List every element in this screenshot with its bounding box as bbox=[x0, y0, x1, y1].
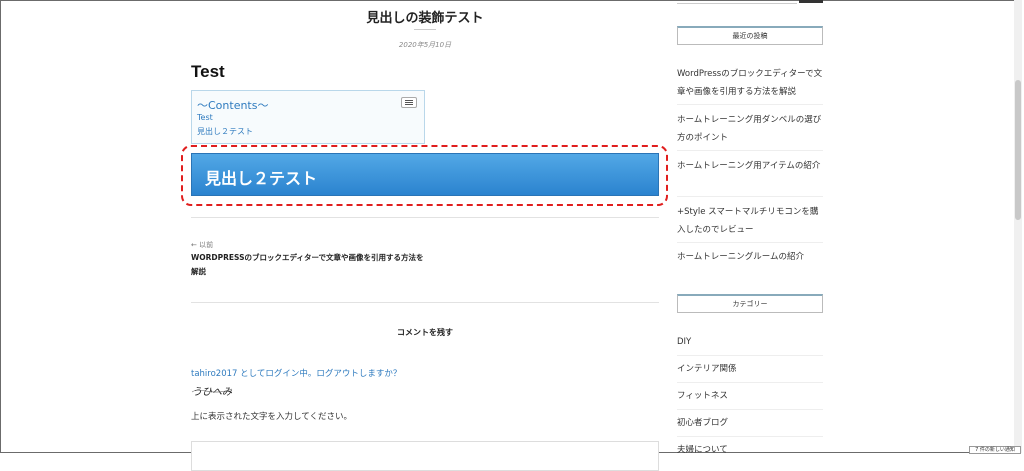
captcha-image: うひへみ bbox=[191, 387, 233, 398]
screenshot-frame bbox=[0, 0, 1022, 453]
sidebar-divider bbox=[677, 196, 823, 197]
category-link[interactable]: 夫婦について bbox=[677, 441, 823, 459]
heading2-block: 見出し２テスト bbox=[191, 153, 659, 196]
heading2-text: 見出し２テスト bbox=[205, 169, 318, 188]
table-of-contents: 〜Contents〜 Test 見出し２テスト bbox=[191, 90, 425, 144]
scrollbar[interactable] bbox=[1014, 0, 1022, 453]
recent-post-link[interactable]: ホームトレーニング用ダンベルの選び方のポイント bbox=[677, 111, 823, 147]
sidebar-divider bbox=[677, 436, 823, 437]
sidebar-divider bbox=[677, 242, 823, 243]
search-button[interactable] bbox=[799, 0, 823, 3]
comment-heading: コメントを残す bbox=[397, 328, 453, 337]
toc-link-heading2[interactable]: 見出し２テスト bbox=[197, 126, 253, 137]
categories-heading: カテゴリー bbox=[677, 294, 823, 313]
prev-post-label: ← 以前 bbox=[191, 241, 214, 249]
toc-title: 〜Contents〜 bbox=[197, 99, 269, 112]
category-link[interactable]: 初心者ブログ bbox=[677, 414, 823, 432]
recent-post-link[interactable]: WordPressのブロックエディターで文章や画像を引用する方法を解説 bbox=[677, 65, 823, 101]
captcha-instruction: 上に表示された文字を入力してください。 bbox=[191, 412, 352, 422]
search-input[interactable] bbox=[677, 0, 797, 4]
divider bbox=[191, 302, 659, 303]
sidebar-divider bbox=[677, 150, 823, 151]
divider bbox=[191, 217, 659, 218]
category-link[interactable]: DIY bbox=[677, 333, 823, 351]
category-link[interactable]: インテリア関係 bbox=[677, 360, 823, 378]
sidebar-divider bbox=[677, 355, 823, 356]
category-link[interactable]: フィットネス bbox=[677, 387, 823, 405]
sidebar-divider bbox=[677, 382, 823, 383]
captcha-text: うひへみ bbox=[192, 387, 233, 398]
post-title: 見出しの装飾テスト bbox=[366, 11, 484, 26]
heading-test: Test bbox=[191, 62, 225, 81]
recent-posts-heading: 最近の投稿 bbox=[677, 26, 823, 45]
recent-post-link[interactable]: +Style スマートマルチリモコンを購入したのでレビュー bbox=[677, 203, 823, 239]
scrollbar-thumb[interactable] bbox=[1015, 80, 1021, 220]
notification-badge[interactable]: 7 件の新しい通知 bbox=[969, 446, 1021, 454]
prev-post-link[interactable]: WORDPRESSのブロックエディターで文章や画像を引用する方法を解説 bbox=[191, 251, 431, 279]
login-status-link[interactable]: tahiro2017 としてログイン中。ログアウトしますか？ bbox=[191, 367, 401, 379]
toc-link-test[interactable]: Test bbox=[197, 113, 213, 122]
title-divider bbox=[414, 29, 436, 30]
comment-textarea[interactable] bbox=[191, 441, 659, 471]
sidebar-divider bbox=[677, 409, 823, 410]
post-date: 2020年5月10日 bbox=[398, 41, 452, 49]
sidebar-divider bbox=[677, 104, 823, 105]
recent-post-link[interactable]: ホームトレーニングルームの紹介 bbox=[677, 248, 823, 266]
recent-post-link[interactable]: ホームトレーニング用アイテムの紹介 bbox=[677, 157, 823, 175]
toc-toggle-icon[interactable] bbox=[401, 97, 417, 108]
